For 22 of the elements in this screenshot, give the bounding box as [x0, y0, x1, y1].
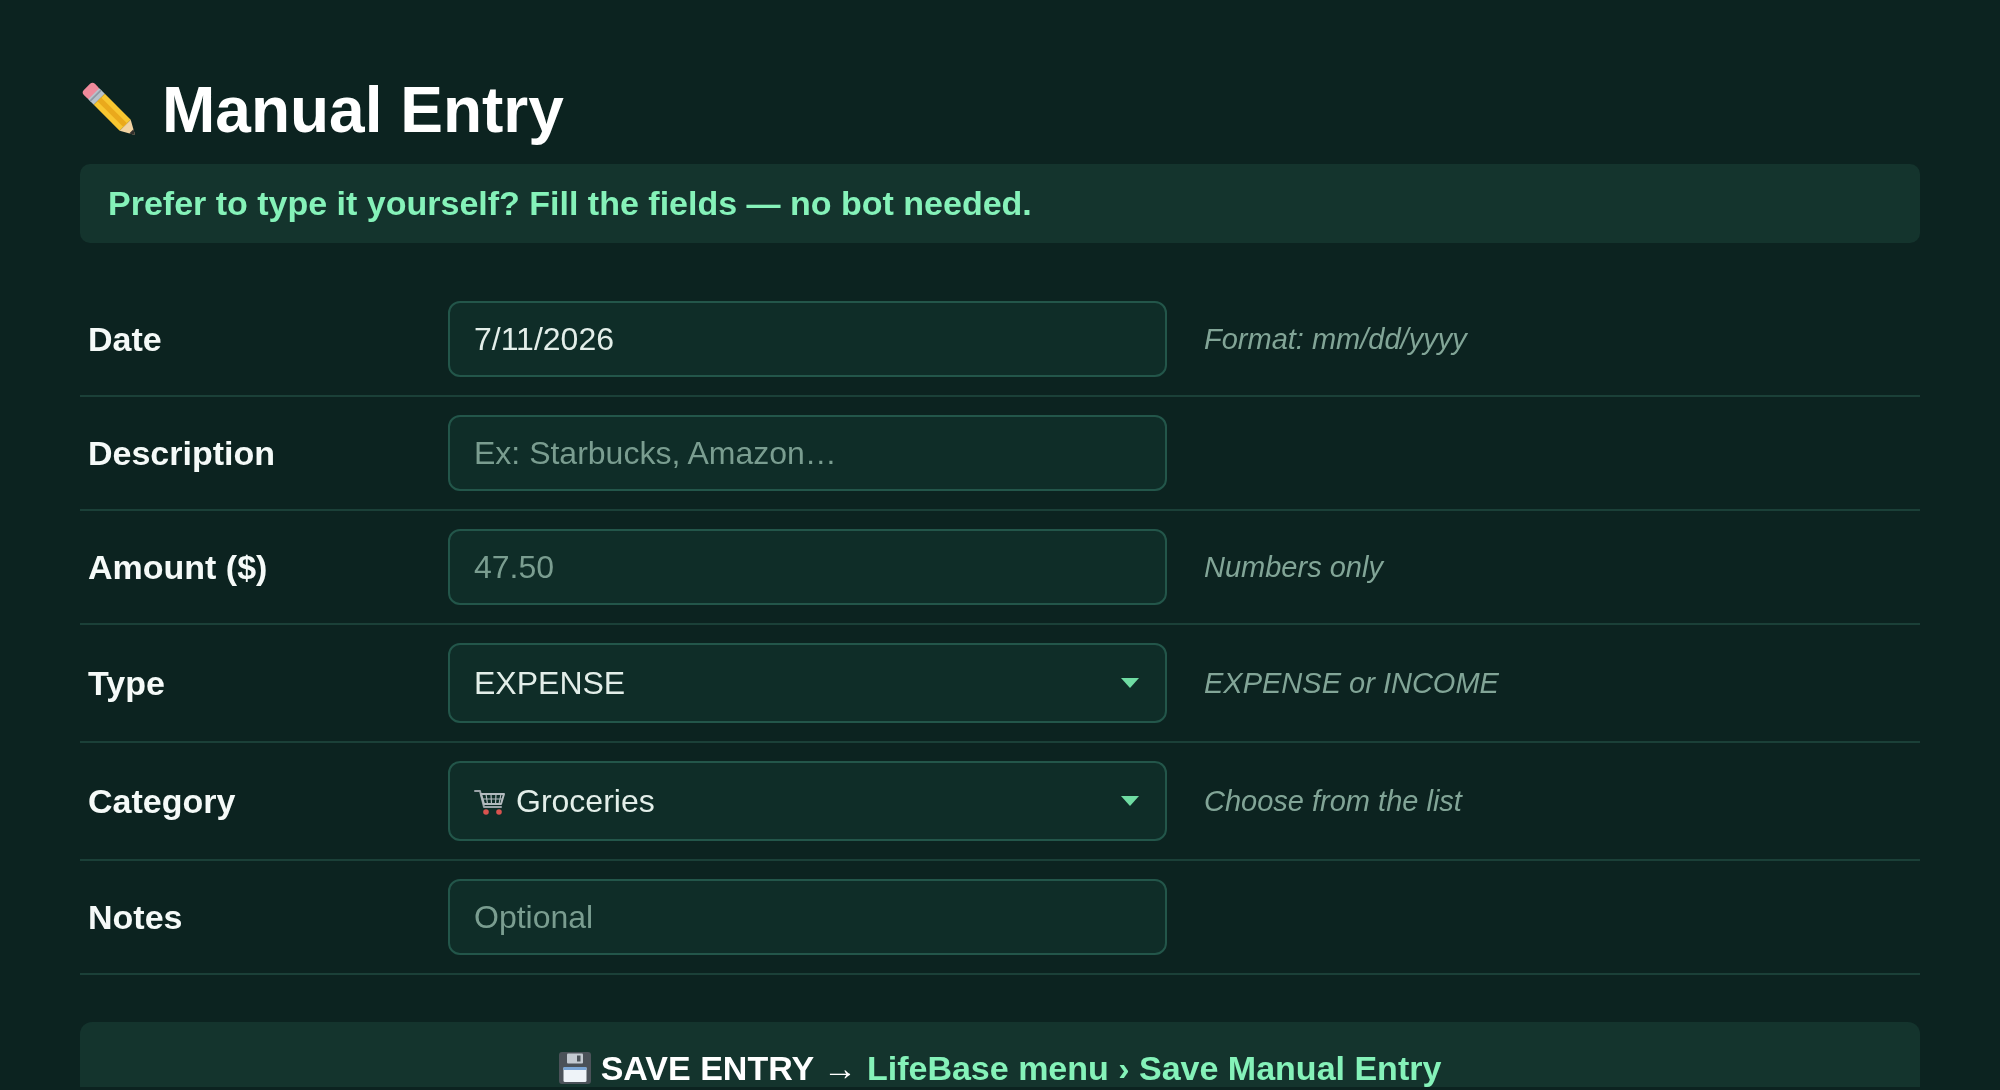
menu-path-text: LifeBase menu › Save Manual Entry: [866, 1049, 1442, 1087]
field-label: Description: [88, 433, 276, 473]
input-field[interactable]: 47.50: [448, 529, 1167, 605]
hint-text: Format: mm/dd/yyyy: [1204, 322, 1467, 357]
input-field[interactable]: Optional: [448, 879, 1167, 955]
hint-text: Numbers only: [1204, 550, 1383, 585]
page-title: Manual Entry: [162, 73, 564, 148]
save-entry-label: SAVE ENTRY →: [600, 1049, 857, 1087]
caret-icon: [1121, 796, 1139, 806]
field-label: Amount ($): [88, 547, 268, 587]
hint-text: EXPENSE or INCOME: [1204, 666, 1499, 701]
info-banner: Prefer to type it yourself? Fill the fields — no bot needed.: [80, 164, 1920, 243]
field-label: Type: [88, 663, 165, 703]
input-field[interactable]: 7/11/2026: [448, 301, 1167, 377]
dropdown[interactable]: EXPENSE: [448, 643, 1167, 723]
dropdown[interactable]: Groceries: [448, 761, 1167, 841]
field-label: Date: [88, 319, 162, 359]
hint-text: Choose from the list: [1204, 784, 1462, 819]
field-label: Notes: [88, 897, 183, 937]
input-field[interactable]: Ex: Starbucks, Amazon…: [448, 415, 1167, 491]
field-label: Category: [88, 781, 236, 821]
caret-icon: [1121, 678, 1139, 688]
